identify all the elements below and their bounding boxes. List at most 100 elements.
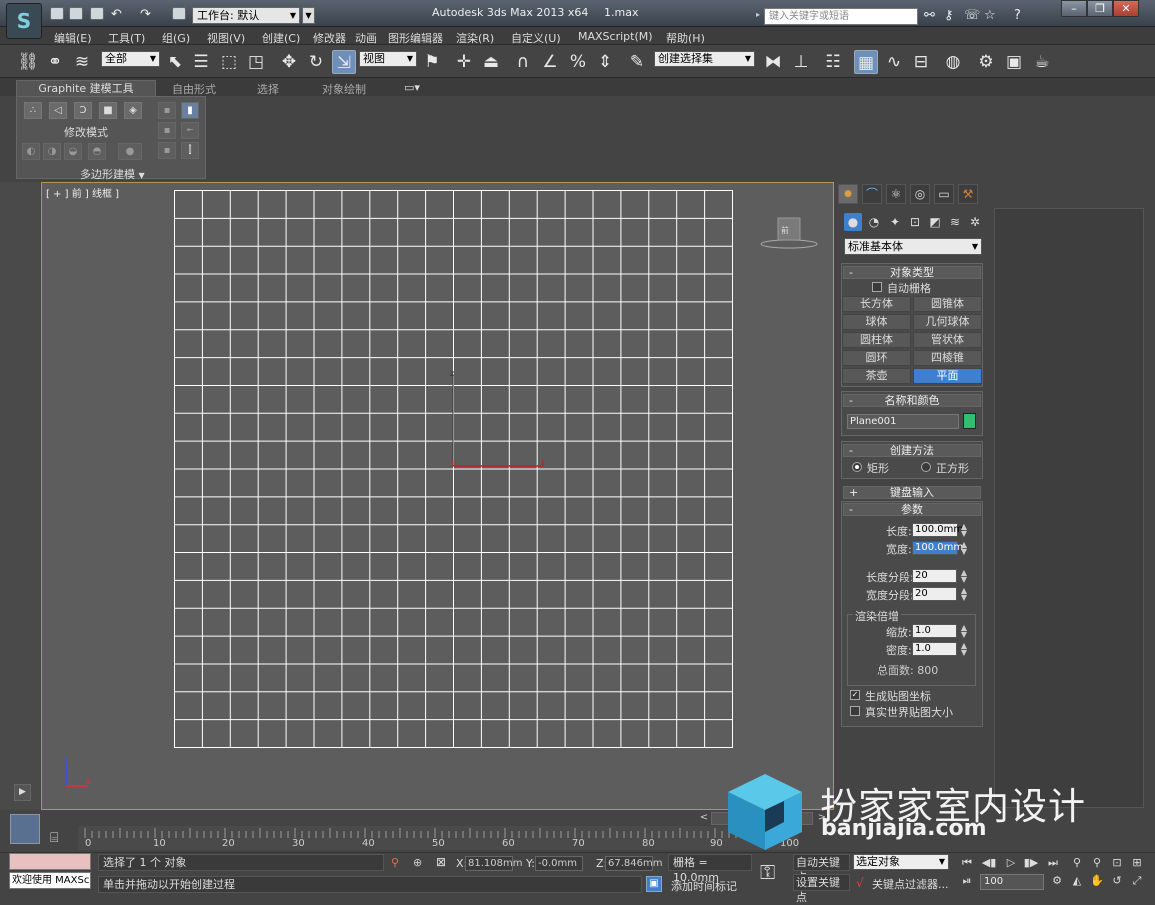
keyboard-shortcut-override-icon[interactable]: ⏏	[479, 50, 503, 74]
teapot-button[interactable]: 茶壶	[842, 368, 911, 384]
length-spinner-icon[interactable]: ▲ ▼	[959, 523, 969, 538]
menu-group[interactable]: 组(G)	[162, 30, 190, 46]
x-coord-input[interactable]: 81.108mm	[465, 856, 522, 871]
sphere-button[interactable]: 球体	[842, 314, 911, 330]
select-by-name-icon[interactable]: ☰	[189, 50, 213, 74]
manage-layers-icon[interactable]: ☷	[821, 50, 845, 74]
helpers-icon[interactable]: ◩	[926, 213, 944, 231]
pan-icon[interactable]: ✋	[1088, 874, 1106, 888]
creation-method-header[interactable]: - 创建方法	[843, 444, 981, 457]
cylinder-button[interactable]: 圆柱体	[842, 332, 911, 348]
search-expand-icon[interactable]: ▸	[756, 10, 760, 19]
binoculars-icon[interactable]: ⚯	[924, 8, 935, 23]
next-frame-icon[interactable]: ▮▶	[1022, 856, 1040, 870]
selection-lock-icon[interactable]: ⊕	[413, 856, 422, 869]
square-radio[interactable]	[921, 462, 931, 472]
absolute-mode-icon[interactable]: ⊠	[436, 855, 446, 869]
ribbon-tool-3-icon[interactable]: ◒	[64, 143, 82, 160]
unlink-icon[interactable]: ⚭	[43, 50, 67, 74]
rendered-frame-window-icon[interactable]: ▣	[1002, 50, 1026, 74]
keyboard-entry-header[interactable]: + 键盘输入	[843, 486, 981, 499]
field-of-view-icon[interactable]: ◭	[1068, 874, 1086, 888]
ribbon-side-2-icon[interactable]: ▮	[181, 102, 199, 119]
menu-tools[interactable]: 工具(T)	[108, 30, 145, 46]
menu-edit[interactable]: 编辑(E)	[54, 30, 92, 46]
tab-freeform[interactable]: 自由形式	[172, 81, 216, 97]
box-button[interactable]: 长方体	[842, 296, 911, 312]
density-input[interactable]: 1.0	[912, 642, 957, 656]
new-file-icon[interactable]	[50, 7, 64, 20]
redo-icon[interactable]: ↷	[140, 7, 151, 22]
ribbon-panel-label[interactable]: 多边形建模 ▼	[80, 166, 145, 182]
maxscript-mini-listener[interactable]: 欢迎使用 MAXSc	[9, 872, 91, 889]
render-production-icon[interactable]: ☕	[1030, 50, 1054, 74]
curve-editor-icon[interactable]: ∿	[882, 50, 906, 74]
menu-animation[interactable]: 动画	[355, 30, 377, 46]
ribbon-tool-2-icon[interactable]: ◑	[43, 143, 61, 160]
workspace-dropdown-button[interactable]: ▼	[302, 7, 315, 24]
scale-spinner-icon[interactable]: ▲ ▼	[959, 624, 969, 639]
geometry-icon[interactable]: ●	[844, 213, 862, 231]
utilities-tab-icon[interactable]: ⚒	[958, 184, 978, 204]
add-time-tag-button[interactable]: 添加时间标记	[671, 878, 737, 894]
zoom-icon[interactable]: ⚲	[1068, 856, 1086, 870]
name-color-header[interactable]: - 名称和颜色	[843, 394, 981, 407]
bind-space-warp-icon[interactable]: ≋	[70, 50, 94, 74]
category-select[interactable]: 标准基本体 ▼	[844, 238, 982, 255]
select-and-scale-icon[interactable]: ⇲	[332, 50, 356, 74]
select-and-rotate-icon[interactable]: ↻	[304, 50, 328, 74]
lights-icon[interactable]: ✦	[886, 213, 904, 231]
goto-end-icon[interactable]: ⏭	[1044, 856, 1062, 870]
systems-icon[interactable]: ✲	[966, 213, 984, 231]
key-mode-select[interactable]: 选定对象 ▼	[853, 854, 949, 870]
scale-input[interactable]: 1.0	[912, 624, 957, 638]
snaps-toggle-icon[interactable]: ∩	[511, 50, 535, 74]
tab-selection[interactable]: 选择	[257, 81, 279, 97]
ribbon-tool-1-icon[interactable]: ◐	[22, 143, 40, 160]
time-config-icon[interactable]: ⚙	[1048, 874, 1066, 888]
render-setup-icon[interactable]: ⚙	[974, 50, 998, 74]
width-segs-input[interactable]: 20	[912, 587, 957, 601]
gen-mapping-checkbox[interactable]: ✓	[850, 690, 860, 700]
real-world-checkbox[interactable]	[850, 706, 860, 716]
menu-create[interactable]: 创建(C)	[262, 30, 300, 46]
parameters-header[interactable]: - 参数	[843, 503, 981, 516]
element-mode-icon[interactable]: ◈	[124, 102, 142, 119]
hierarchy-tab-icon[interactable]: ⚛	[886, 184, 906, 204]
workspace-select[interactable]: 工作台: 默认 ▼	[192, 7, 300, 24]
timeslider-prev-icon[interactable]: <	[697, 812, 711, 825]
border-mode-icon[interactable]: Ɔ	[74, 102, 92, 119]
key-mode-toggle-icon[interactable]: ⏯	[958, 874, 976, 888]
polygon-mode-icon[interactable]: ■	[99, 102, 117, 119]
play-icon[interactable]: ▷	[1002, 856, 1020, 870]
save-file-icon[interactable]	[90, 7, 104, 20]
isolate-selection-icon[interactable]: ⚲	[391, 856, 399, 869]
tube-button[interactable]: 管状体	[913, 332, 982, 348]
goto-start-icon[interactable]: ⏮	[958, 856, 976, 870]
angle-snap-icon[interactable]: ∠	[538, 50, 562, 74]
maximize-viewport-icon[interactable]: ⤢	[1128, 874, 1146, 888]
display-tab-icon[interactable]: ▭	[934, 184, 954, 204]
key-icon[interactable]: ⚷	[944, 8, 954, 23]
schematic-view-icon[interactable]: ⊟	[909, 50, 933, 74]
set-key-icon[interactable]: ⚿	[760, 860, 775, 884]
auto-key-button[interactable]: 自动关键点	[793, 854, 850, 884]
expand-panel-icon[interactable]: ▶	[14, 784, 31, 801]
menu-views[interactable]: 视图(V)	[207, 30, 245, 46]
maxscript-listener[interactable]	[9, 853, 91, 870]
ribbon-side-4-icon[interactable]: ╾	[181, 122, 199, 139]
width-spinner-icon[interactable]: ▲ ▼	[959, 541, 969, 556]
zoom-extents-all-icon[interactable]: ⊞	[1128, 856, 1146, 870]
menu-customize[interactable]: 自定义(U)	[511, 30, 561, 46]
time-tag-icon[interactable]: ▣	[646, 876, 662, 892]
open-file-icon[interactable]	[69, 7, 83, 20]
project-folder-icon[interactable]	[172, 7, 186, 20]
create-tab-icon[interactable]: ✹	[838, 184, 858, 204]
key-filters-icon[interactable]: √	[856, 876, 864, 890]
rectangle-radio[interactable]	[852, 462, 862, 472]
percent-snap-icon[interactable]: %	[566, 50, 590, 74]
edge-mode-icon[interactable]: ◁	[49, 102, 67, 119]
selection-filter-select[interactable]: 全部 ▼	[101, 51, 160, 67]
tab-graphite-modeling[interactable]: Graphite 建模工具	[16, 80, 156, 97]
communication-center-icon[interactable]: ☏	[964, 8, 980, 23]
